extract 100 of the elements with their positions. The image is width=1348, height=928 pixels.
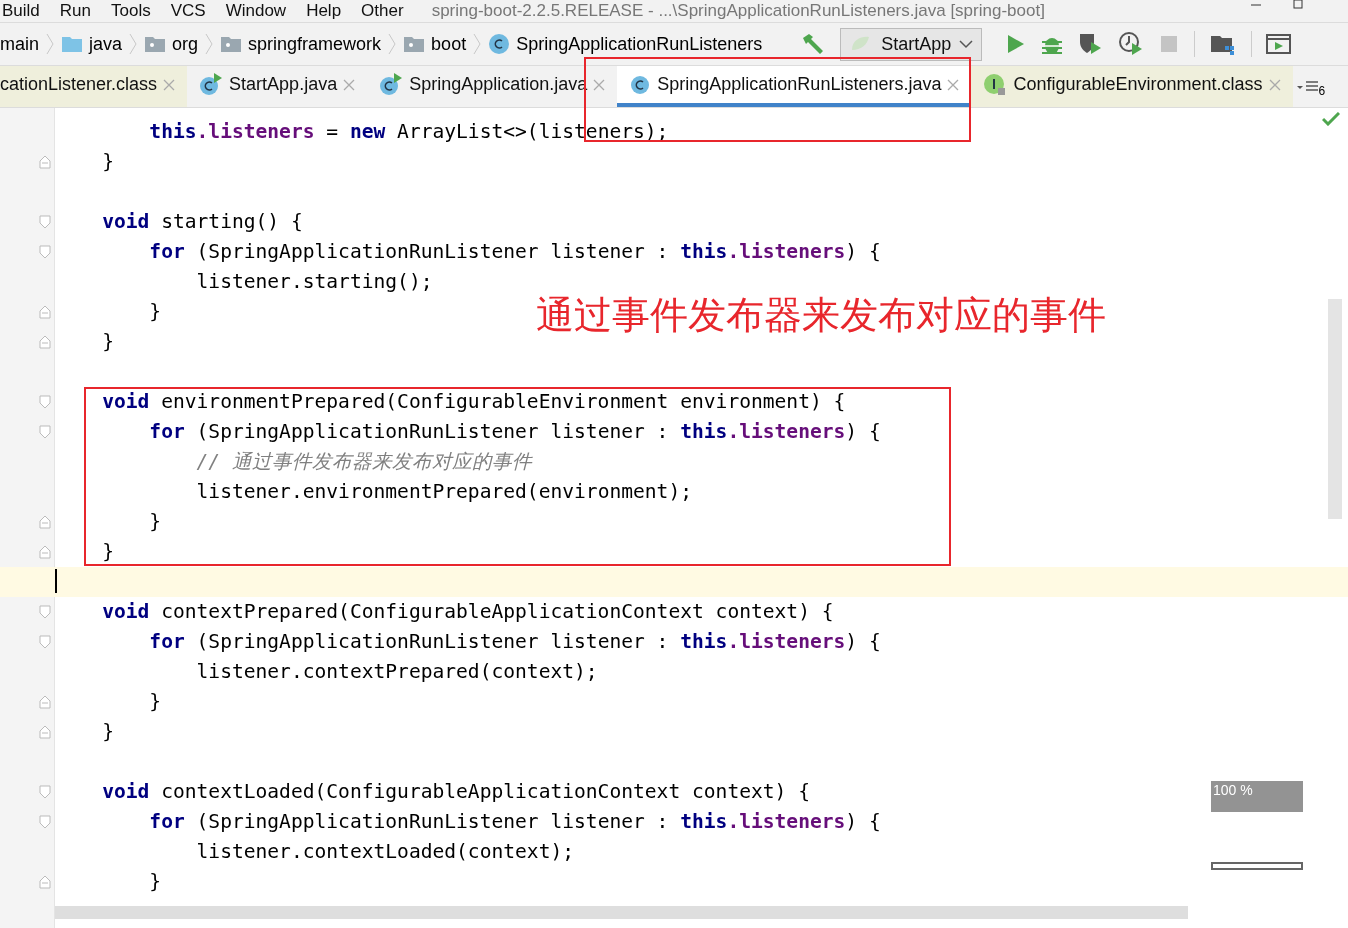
maximize-icon[interactable] [1292,0,1304,10]
run-config-dropdown[interactable]: StartApp [840,27,983,61]
keyword: void [102,390,150,413]
chevron-icon [129,32,138,56]
breadcrumb-item[interactable]: java [57,33,127,55]
zoom-indicator: 100 % [1211,781,1303,812]
code-text: } [149,690,162,713]
class-icon [199,72,224,97]
menu-item[interactable]: Window [215,2,297,20]
breadcrumb-item[interactable]: org [140,33,203,55]
window-title: spring-boot-2.2.5.RELEASE - ...\SpringApplicationRunListeners.java [spring-boot] [431,2,1045,20]
fold-marker-icon[interactable] [39,335,51,349]
fold-marker-icon[interactable] [39,605,51,619]
menu-item[interactable]: VCS [160,2,216,20]
close-icon[interactable] [343,78,356,91]
menu-item[interactable]: Tools [101,2,161,20]
fold-marker-icon[interactable] [39,875,51,889]
field-name: .listeners [727,240,846,263]
menu-item[interactable]: Help [296,2,352,20]
keyword: this [680,240,728,263]
code-text: ) { [845,420,881,443]
editor-tab[interactable]: StartApp.java [187,66,368,107]
chevron-icon [205,32,214,56]
code-text: } [149,510,162,533]
menu-item[interactable]: Other [351,2,414,20]
chevron-icon [473,32,482,56]
caret-icon [959,39,974,49]
fold-marker-icon[interactable] [39,545,51,559]
fold-marker-icon[interactable] [39,695,51,709]
fold-marker-icon[interactable] [39,815,51,829]
editor-tab[interactable]: cationListener.class [0,66,188,107]
code-editor[interactable] [0,108,1348,928]
code-text: contextPrepared(ConfigurableApplicationContext context) { [160,600,834,623]
fold-marker-icon[interactable] [39,425,51,439]
menu-item[interactable]: Build [0,2,50,20]
horizontal-scrollbar[interactable] [55,906,1188,919]
fold-marker-icon[interactable] [39,305,51,319]
code-text: ) { [845,630,881,653]
editor-tab[interactable]: SpringApplicationRunListeners.java [617,66,972,107]
code-text: } [149,300,162,323]
code-text: (SpringApplicationRunListener listener : [195,240,670,263]
code-text: = [325,120,340,143]
fold-marker-icon[interactable] [39,155,51,169]
folder-icon [144,35,167,53]
keyword: this [149,120,197,143]
code-text: listener.starting(); [196,270,433,293]
folder-icon [403,35,426,53]
code-text: listener.environmentPrepared(environment); [196,480,692,503]
keyword: for [149,420,185,443]
window-play-icon[interactable] [1266,33,1293,55]
keyword: void [102,780,150,803]
fold-marker-icon[interactable] [39,245,51,259]
vertical-scrollbar[interactable] [1328,299,1342,519]
code-text: (SpringApplicationRunListener listener : [195,630,670,653]
editor-tab[interactable]: ConfigurableEnvironment.class [971,66,1293,107]
close-icon[interactable] [593,78,606,91]
keyword: void [102,600,150,623]
breadcrumb-item[interactable]: SpringApplicationRunListeners [484,33,767,55]
close-icon[interactable] [163,78,176,91]
code-text: listener.contextLoaded(context); [196,840,575,863]
field-name: .listeners [727,630,846,653]
class-icon [379,72,404,97]
class-icon [488,33,511,55]
chevron-icon [46,32,54,56]
code-text: listener.contextPrepared(context); [196,660,598,683]
breadcrumb-item[interactable]: boot [399,33,471,55]
field-name: .listeners [727,810,846,833]
fold-marker-icon[interactable] [39,215,51,229]
code-comment: // 通过事件发布器来发布对应的事件 [196,450,532,473]
code-text: } [102,150,114,173]
code-text: contextLoaded(ConfigurableApplicationContext context) { [160,780,810,803]
keyword: for [149,630,185,653]
breadcrumb-item[interactable]: main [0,33,43,55]
list-icon [1296,79,1319,94]
code-text: } [102,540,114,563]
fold-marker-icon[interactable] [39,785,51,799]
code-text: (SpringApplicationRunListener listener : [195,420,670,443]
annotation-text: 通过事件发布器来发布对应的事件 [536,293,1106,338]
fold-marker-icon[interactable] [39,395,51,409]
fold-marker-icon[interactable] [39,635,51,649]
keyword: for [149,810,185,833]
code-text: starting() { [160,210,303,233]
interface-icon [983,72,1008,97]
text-caret [55,569,57,593]
field-name: .listeners [727,420,846,443]
fold-marker-icon[interactable] [39,515,51,529]
code-text: ) { [845,240,881,263]
code-text: } [102,720,114,743]
fold-marker-icon[interactable] [39,725,51,739]
keyword: this [680,810,728,833]
keyword: new [349,120,386,143]
code-text: (SpringApplicationRunListener listener : [195,810,670,833]
breadcrumb-item[interactable]: springframework [216,33,386,55]
close-icon[interactable] [1268,78,1281,91]
close-icon[interactable] [947,78,960,91]
folder-icon [220,35,243,53]
tab-overflow-button[interactable]: 6 [1296,66,1326,107]
menu-item[interactable]: Run [49,2,101,20]
code-text: } [149,870,162,893]
keyword: this [680,630,728,653]
